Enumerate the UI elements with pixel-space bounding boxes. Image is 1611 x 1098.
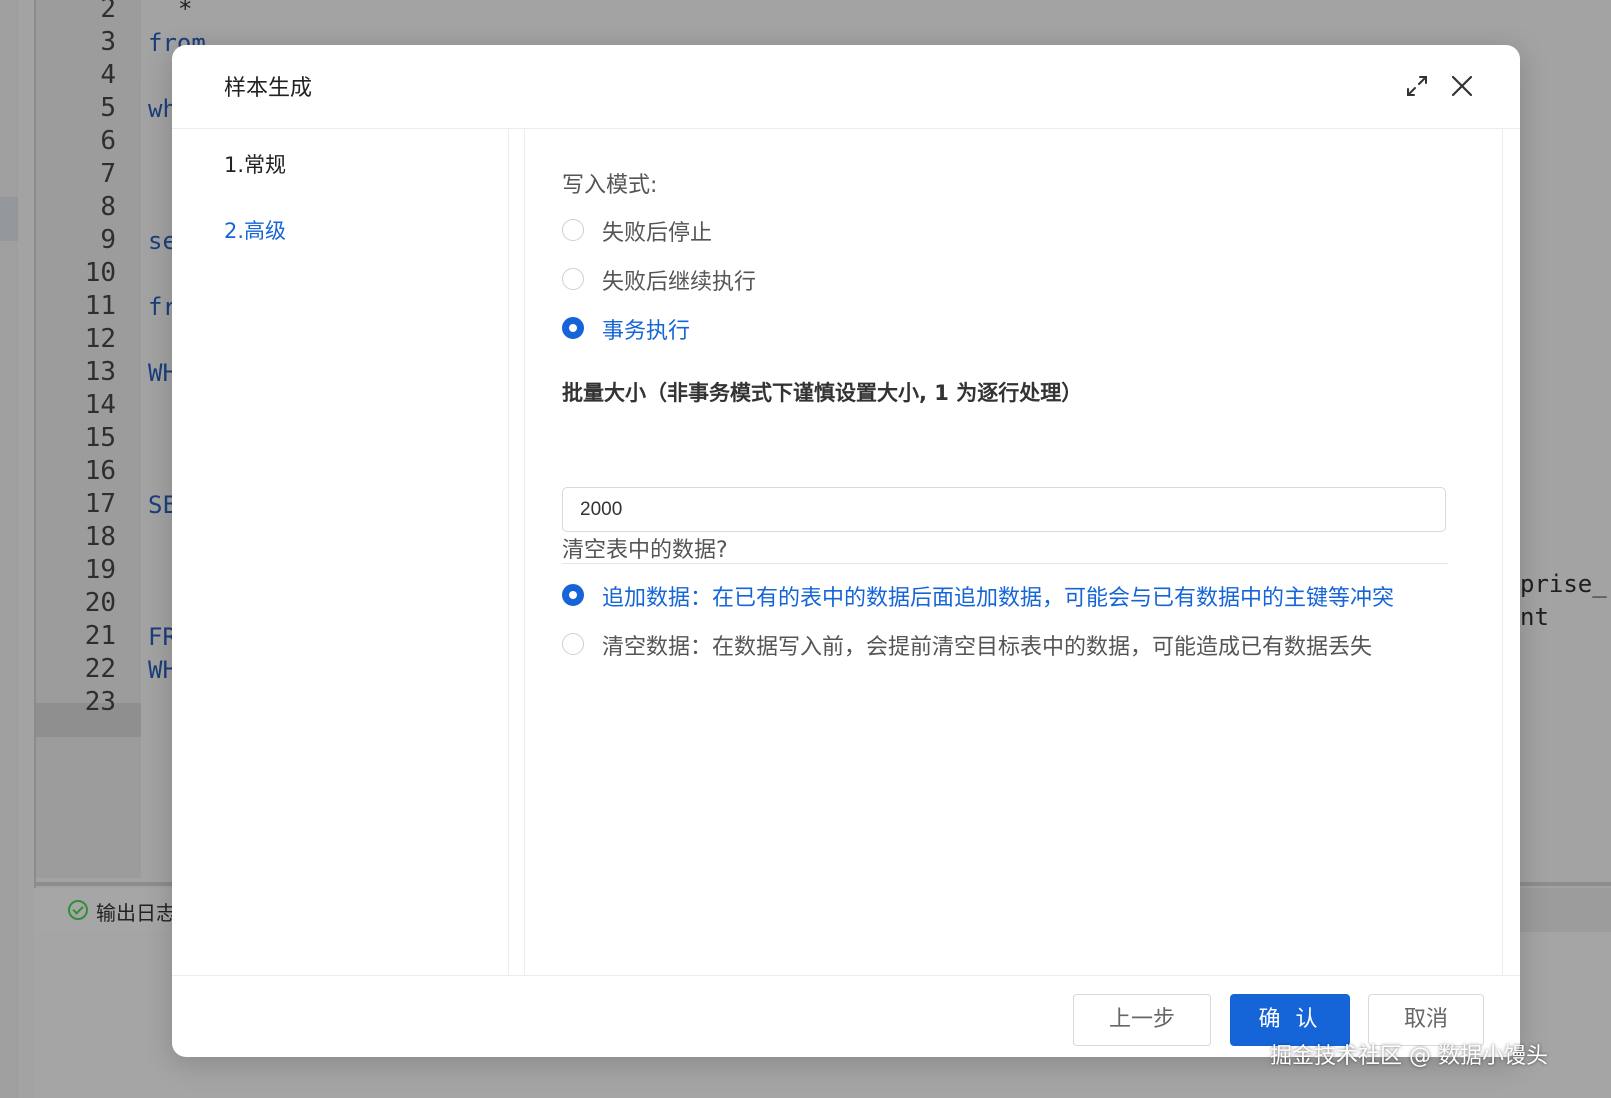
advanced-settings-form: 写入模式: 失败后停止 失败后继续执行 事务执行 批量大小（非事务模式下谨慎设置… bbox=[562, 129, 1472, 975]
previous-step-button[interactable]: 上一步 bbox=[1073, 994, 1211, 1046]
line-number: 2 bbox=[100, 0, 116, 24]
line-number: 14 bbox=[84, 390, 116, 420]
radio-label: 失败后停止 bbox=[602, 221, 713, 246]
line-number: 20 bbox=[84, 588, 116, 618]
radio-button[interactable] bbox=[562, 219, 584, 241]
radio-label: 清空数据：在数据写入前，会提前清空目标表中的数据，可能造成已有数据丢失 bbox=[602, 635, 1373, 660]
line-number: 19 bbox=[84, 555, 116, 585]
output-log-tab[interactable]: 输出日志 bbox=[34, 888, 185, 932]
sample-generation-dialog: 样本生成 1.常规 2.高级 写入模式: 失败后停止 失败后继续执行 事务执行 … bbox=[172, 45, 1520, 1057]
batch-size-label: 批量大小（非事务模式下谨慎设置大小, 1 为逐行处理） bbox=[562, 381, 1083, 405]
line-number: 17 bbox=[84, 489, 116, 519]
dialog-header: 样本生成 bbox=[172, 45, 1520, 129]
step-sidebar: 1.常规 2.高级 bbox=[172, 129, 509, 975]
line-number: 10 bbox=[84, 258, 116, 288]
line-number: 13 bbox=[84, 357, 116, 387]
code-fragment: * bbox=[178, 0, 193, 23]
line-number: 6 bbox=[100, 126, 116, 156]
line-number: 22 bbox=[84, 654, 116, 684]
dialog-title: 样本生成 bbox=[224, 76, 313, 101]
output-log-label: 输出日志 bbox=[96, 901, 176, 925]
line-number: 5 bbox=[100, 93, 116, 123]
close-icon[interactable] bbox=[1447, 71, 1477, 101]
step-advanced[interactable]: 2.高级 bbox=[224, 215, 286, 245]
write-mode-label: 写入模式: bbox=[562, 173, 658, 198]
line-number: 7 bbox=[100, 159, 116, 189]
line-number: 12 bbox=[84, 324, 116, 354]
activity-strip bbox=[0, 0, 18, 1098]
line-number: 4 bbox=[100, 60, 116, 90]
radio-button[interactable] bbox=[562, 268, 584, 290]
line-number: 18 bbox=[84, 522, 116, 552]
activity-marker bbox=[0, 197, 18, 241]
code-fragment-right: nt bbox=[1520, 603, 1549, 631]
radio-label: 事务执行 bbox=[602, 319, 691, 344]
step-general[interactable]: 1.常规 bbox=[224, 149, 286, 179]
line-number: 15 bbox=[84, 423, 116, 453]
line-number: 21 bbox=[84, 621, 116, 651]
line-number: 23 bbox=[84, 687, 116, 717]
line-number: 16 bbox=[84, 456, 116, 486]
radio-label: 追加数据：在已有的表中的数据后面追加数据，可能会与已有数据中的主键等冲突 bbox=[602, 586, 1395, 611]
line-number: 9 bbox=[100, 225, 116, 255]
line-number: 8 bbox=[100, 192, 116, 222]
batch-size-input[interactable]: 2000 bbox=[562, 487, 1446, 532]
radio-label: 失败后继续执行 bbox=[602, 270, 757, 295]
radio-button-checked[interactable] bbox=[562, 317, 584, 339]
line-number: 11 bbox=[84, 291, 116, 321]
expand-icon[interactable] bbox=[1402, 71, 1432, 101]
divider bbox=[1502, 129, 1503, 975]
radio-button-checked[interactable] bbox=[562, 584, 584, 606]
watermark: 掘金技术社区 @ 数据小馒头 bbox=[1270, 1044, 1548, 1069]
check-circle-icon bbox=[68, 900, 88, 920]
code-fragment-right: prise_ bbox=[1520, 570, 1607, 598]
radio-button[interactable] bbox=[562, 633, 584, 655]
clear-table-label: 清空表中的数据? bbox=[562, 538, 728, 563]
line-number: 3 bbox=[100, 27, 116, 57]
divider bbox=[524, 129, 525, 975]
